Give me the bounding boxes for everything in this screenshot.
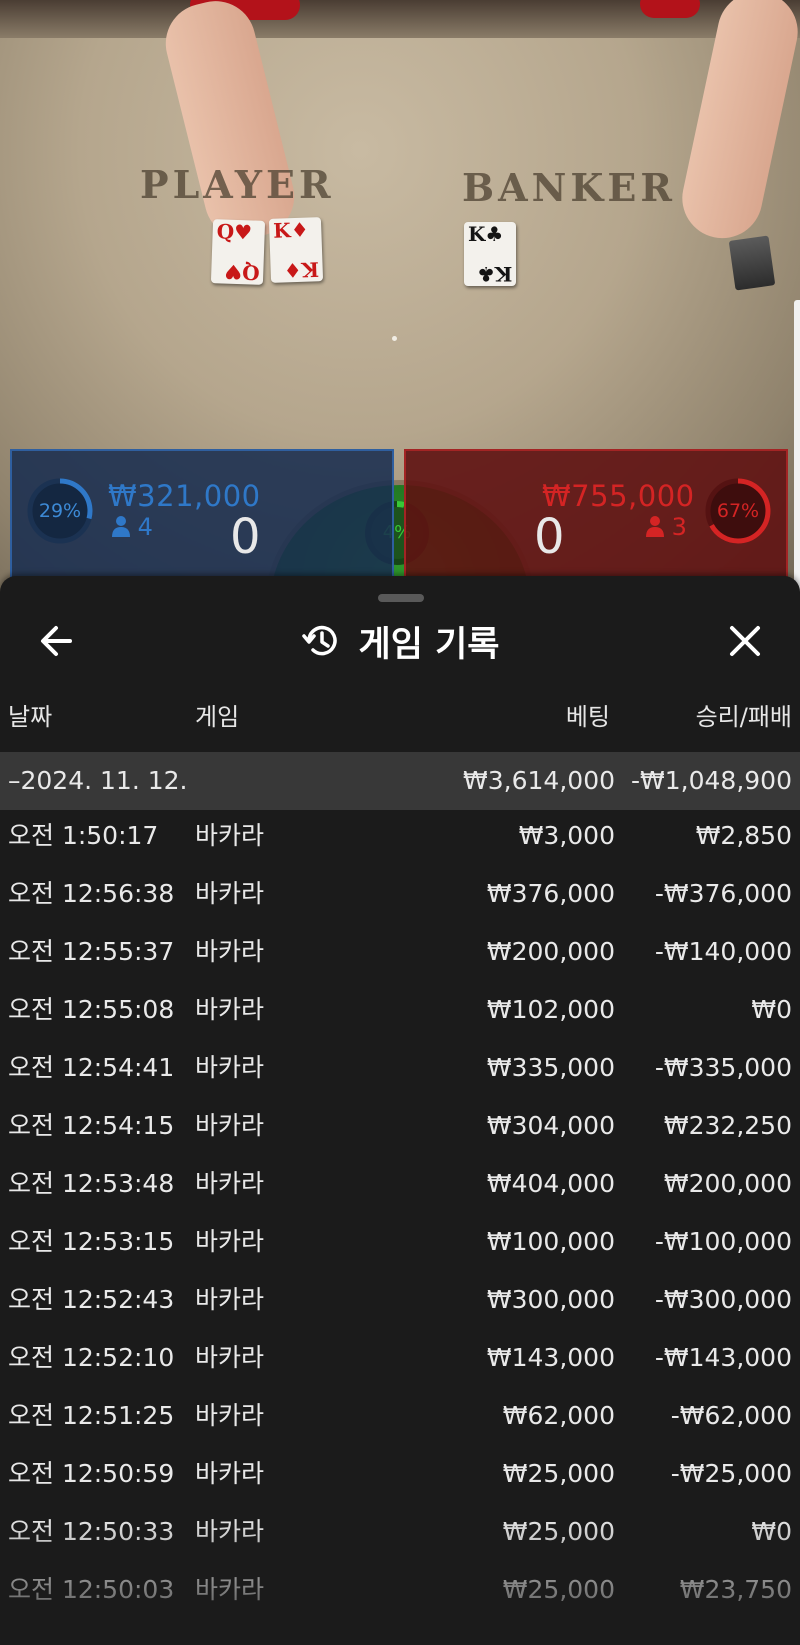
row-result: ₩200,000	[663, 1169, 792, 1198]
row-game: 바카라	[195, 879, 265, 908]
row-game: 바카라	[195, 1517, 265, 1546]
sheet-header: 게임 기록	[0, 616, 800, 666]
row-bet: ₩100,000	[486, 1227, 615, 1256]
row-bet: ₩102,000	[486, 995, 615, 1024]
row-game: 바카라	[195, 995, 265, 1024]
person-icon	[646, 516, 664, 537]
group-bet-total: ₩3,614,000	[463, 766, 615, 795]
row-time: 오전 12:52:10	[8, 1343, 175, 1372]
row-result: ₩0	[751, 1517, 792, 1546]
row-result: ₩2,850	[695, 821, 792, 850]
row-bet: ₩404,000	[486, 1169, 615, 1198]
row-bet: ₩62,000	[502, 1401, 615, 1430]
player-score: 0	[230, 509, 261, 565]
row-time: 오전 12:50:03	[8, 1575, 175, 1604]
column-header-date[interactable]: 날짜	[8, 702, 52, 732]
group-result-total: -₩1,048,900	[631, 766, 792, 795]
row-time: 오전 12:53:15	[8, 1227, 175, 1256]
row-time: 오전 12:54:41	[8, 1053, 175, 1082]
column-header-bet[interactable]: 베팅	[566, 702, 610, 732]
row-result: -₩100,000	[654, 1227, 792, 1256]
player-count-value: 4	[137, 513, 153, 541]
person-icon	[112, 516, 130, 537]
row-time: 오전 12:54:15	[8, 1111, 175, 1140]
banker-percent-ring: 67%	[702, 475, 774, 547]
row-time: 오전 12:55:37	[8, 937, 175, 966]
banker-bettor-count: 3	[646, 513, 687, 541]
player-felt-label: PLAYER	[140, 162, 335, 207]
banker-percent-text: 67%	[716, 500, 760, 522]
row-bet: ₩143,000	[486, 1343, 615, 1372]
row-result: -₩140,000	[654, 937, 792, 966]
sheet-title: 게임 기록	[358, 624, 500, 665]
banker-bet-panel[interactable]: 0 ₩755,000 3 67%	[404, 449, 788, 589]
row-result: -₩25,000	[670, 1459, 792, 1488]
banker-felt-label: BANKER	[462, 165, 676, 210]
row-bet: ₩25,000	[502, 1575, 615, 1604]
row-result: ₩232,250	[663, 1111, 792, 1140]
player-percent-ring: 29%	[24, 475, 96, 547]
side-scroll-edge[interactable]	[794, 300, 800, 600]
drag-handle[interactable]	[378, 594, 424, 602]
row-result: ₩23,750	[679, 1575, 792, 1604]
row-game: 바카라	[195, 821, 265, 850]
row-bet: ₩200,000	[486, 937, 615, 966]
row-game: 바카라	[195, 937, 265, 966]
player-bet-panel[interactable]: 29% ₩321,000 4 0	[10, 449, 394, 589]
row-time: 오전 12:55:08	[8, 995, 175, 1024]
row-result: ₩0	[751, 995, 792, 1024]
row-game: 바카라	[195, 1227, 265, 1256]
row-game: 바카라	[195, 1285, 265, 1314]
banker-score: 0	[534, 509, 565, 565]
group-date: –2024. 11. 12.	[8, 766, 188, 795]
row-game: 바카라	[195, 1111, 265, 1140]
card-shoe	[728, 235, 776, 291]
player-card-2: K♦ K♦	[268, 217, 324, 283]
live-table-video: PLAYER BANKER Q♥ Q♥ K♦ K♦ K♣ K♣ 4% 29% ₩…	[0, 0, 800, 600]
row-time: 오전 12:51:25	[8, 1401, 175, 1430]
row-time: 오전 12:53:48	[8, 1169, 175, 1198]
row-bet: ₩3,000	[518, 821, 615, 850]
row-game: 바카라	[195, 1459, 265, 1488]
player-card-1: Q♥ Q♥	[210, 219, 266, 285]
row-result: -₩300,000	[654, 1285, 792, 1314]
close-icon	[730, 626, 760, 656]
row-result: -₩335,000	[654, 1053, 792, 1082]
row-game: 바카라	[195, 1401, 265, 1430]
row-time: 오전 1:50:17	[8, 821, 159, 850]
row-result: -₩376,000	[654, 879, 792, 908]
row-time: 오전 12:50:33	[8, 1517, 175, 1546]
banker-count-value: 3	[671, 513, 687, 541]
row-result: -₩62,000	[670, 1401, 792, 1430]
row-time: 오전 12:50:59	[8, 1459, 175, 1488]
column-header-game[interactable]: 게임	[195, 702, 239, 732]
row-game: 바카라	[195, 1169, 265, 1198]
row-bet: ₩376,000	[486, 879, 615, 908]
player-percent-text: 29%	[38, 500, 82, 522]
row-time: 오전 12:52:43	[8, 1285, 175, 1314]
row-game: 바카라	[195, 1053, 265, 1082]
column-header-result[interactable]: 승리/패배	[696, 702, 792, 732]
game-history-sheet: 게임 기록 날짜 게임 베팅 승리/패배 –2024. 11. 12. ₩3,6…	[0, 576, 800, 1645]
row-bet: ₩300,000	[486, 1285, 615, 1314]
row-game: 바카라	[195, 1575, 265, 1604]
row-game: 바카라	[195, 1343, 265, 1372]
banker-card-1: K♣ K♣	[464, 222, 516, 286]
player-bettor-count: 4	[112, 513, 153, 541]
history-icon	[301, 625, 337, 656]
dealer-sleeve-right	[640, 0, 700, 18]
row-result: -₩143,000	[654, 1343, 792, 1372]
row-bet: ₩335,000	[486, 1053, 615, 1082]
close-button[interactable]	[718, 614, 772, 668]
row-bet: ₩25,000	[502, 1517, 615, 1546]
row-bet: ₩25,000	[502, 1459, 615, 1488]
table-marker-dot	[392, 336, 397, 341]
banker-bet-amount: ₩755,000	[542, 479, 695, 513]
row-time: 오전 12:56:38	[8, 879, 175, 908]
player-bet-amount: ₩321,000	[108, 479, 261, 513]
row-bet: ₩304,000	[486, 1111, 615, 1140]
date-group-row[interactable]: –2024. 11. 12. ₩3,614,000 -₩1,048,900	[0, 752, 800, 810]
